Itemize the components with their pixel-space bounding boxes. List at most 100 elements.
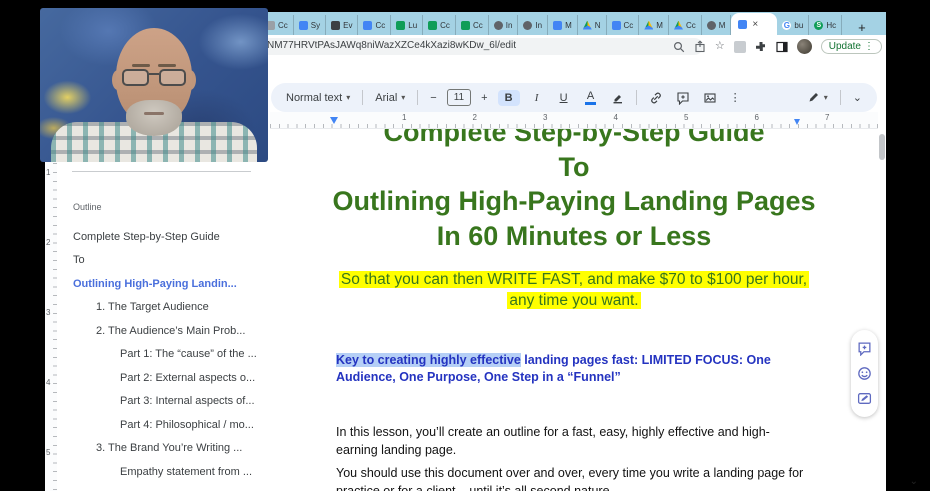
sheets-tab-icon [396, 20, 406, 30]
bold-button[interactable]: B [497, 89, 520, 106]
browser-tab[interactable]: Sy [294, 15, 327, 35]
highlight-color-button[interactable] [608, 89, 627, 106]
browser-tab[interactable]: Lu [391, 15, 424, 35]
insert-link-button[interactable] [646, 89, 666, 107]
outline-item[interactable]: Empathy statement from ... [73, 460, 266, 484]
increase-font-button[interactable]: + [478, 90, 490, 106]
outline-item-label: Part 3: Internal aspects of... [120, 395, 255, 408]
font-selector-value: Arial [375, 91, 398, 104]
vertical-ruler[interactable]: 1 2 3 4 5 [45, 128, 57, 491]
outline-item[interactable]: Part 3: Internal aspects of... [73, 390, 266, 414]
browser-tab[interactable]: M [548, 15, 578, 35]
document-page[interactable]: Complete Step-by-Step Guide To Outlining… [270, 112, 878, 491]
browser-tab[interactable]: M [702, 15, 732, 35]
bookmark-star-icon[interactable]: ☆ [715, 41, 725, 52]
font-size-input[interactable]: 11 [446, 89, 472, 106]
ruler-number: 7 [825, 113, 830, 122]
scrollbar-thumb[interactable] [879, 134, 885, 160]
tab-label: Lu [408, 20, 418, 30]
tab-close-icon[interactable]: × [752, 19, 758, 30]
browser-tab-active[interactable]: × [731, 13, 778, 35]
browser-tab[interactable]: Ev [326, 15, 359, 35]
page-zoom-icon[interactable] [673, 41, 685, 53]
ruler-number: 2 [472, 113, 477, 122]
suggest-edit-icon[interactable] [857, 391, 872, 406]
chevron-down-icon: ▾ [346, 93, 351, 102]
style-selector-value: Normal text [286, 91, 343, 104]
text-color-button[interactable]: A [581, 89, 601, 107]
browser-tab[interactable]: In [489, 15, 519, 35]
webcam-video [40, 8, 268, 162]
body-paragraph-1: In this lesson, you’ll create an outline… [336, 425, 770, 457]
editing-mode-selector[interactable]: ▾ [804, 89, 831, 106]
decrease-font-button[interactable]: − [427, 90, 439, 106]
browser-tab[interactable]: Cc [456, 15, 489, 35]
browser-tab[interactable]: S Hc [809, 15, 843, 35]
browser-update-button[interactable]: Update ⋮ [820, 39, 882, 54]
browser-tab[interactable]: In [518, 15, 549, 35]
italic-button[interactable]: I [527, 90, 547, 106]
font-selector[interactable]: Arial ▾ [372, 90, 408, 106]
update-label: Update [828, 41, 861, 52]
browser-tab[interactable]: Cc [607, 15, 640, 35]
presenter-eyebrow [132, 64, 150, 67]
outline-item[interactable]: Part 1: The “cause” of the ... [73, 343, 266, 367]
emoji-reaction-icon[interactable] [857, 366, 872, 381]
ruler-number: 3 [46, 308, 51, 317]
outline-item[interactable]: 1. The Target Audience [73, 296, 266, 320]
profile-avatar[interactable] [796, 39, 812, 54]
ruler-number: 4 [613, 113, 618, 122]
more-options-button[interactable]: ⋮ [727, 89, 744, 106]
tab-label: Cc [278, 20, 288, 30]
side-panel-icon[interactable] [776, 41, 788, 53]
docs-tab-icon [611, 20, 621, 30]
paragraph-style-selector[interactable]: Normal text ▾ [283, 90, 353, 106]
right-indent-marker[interactable] [794, 119, 800, 125]
g-tab-icon: G [782, 20, 792, 30]
add-comment-button[interactable] [673, 89, 693, 107]
key-paragraph: Key to creating highly effective landing… [336, 352, 804, 385]
address-url-text[interactable]: NM77HRVtPAsJAWq8niWazXZCe4kXazi8wKDw_6l/… [267, 40, 516, 51]
tab-label: M [656, 20, 663, 30]
outline-item[interactable]: Part 2: External aspects o... [73, 366, 266, 390]
extensions-puzzle-icon[interactable] [755, 41, 767, 53]
highlighter-icon [613, 95, 622, 104]
browser-tab[interactable]: N [578, 15, 607, 35]
globe-tab-icon [706, 20, 716, 30]
chevron-down-icon: ▾ [401, 93, 406, 102]
toolbar-divider [417, 90, 419, 105]
tab-search-chevron-icon[interactable]: ⌄ [910, 476, 918, 487]
outline-item[interactable]: 2. The Audience’s Main Prob... [73, 319, 266, 343]
underline-button[interactable]: U [554, 90, 574, 106]
extension-icon[interactable] [733, 40, 746, 53]
outline-item[interactable]: Part 4: Philosophical / mo... [73, 413, 266, 437]
outline-item[interactable]: Complete Step-by-Step Guide [73, 225, 266, 249]
outline-item-active[interactable]: −Outlining High-Paying Landin... [73, 272, 266, 296]
outline-item-label: Part 2: External aspects o... [120, 371, 256, 384]
browser-tab[interactable]: M [639, 15, 669, 35]
insert-image-button[interactable] [700, 89, 720, 107]
left-indent-marker[interactable] [330, 117, 338, 124]
outline-item[interactable]: To [73, 249, 266, 273]
outline-panel-label: Outline [73, 202, 102, 212]
hide-menus-button[interactable]: ⌄ [850, 89, 865, 106]
address-actions: ☆ Update ⋮ [673, 35, 882, 58]
outline-item-label: Empathy statement from ... [120, 465, 253, 478]
outline-item[interactable]: 3. The Brand You’re Writing ... [73, 437, 266, 461]
new-tab-button[interactable]: + [852, 20, 872, 35]
browser-tab[interactable]: Cc [358, 15, 392, 35]
browser-tab[interactable]: Cc [423, 15, 456, 35]
selected-text: Key to creating highly effective [336, 353, 521, 367]
horizontal-ruler[interactable]: 1 2 3 4 5 6 7 [270, 112, 878, 129]
add-comment-icon[interactable] [857, 341, 872, 356]
toolbar-divider [635, 90, 637, 105]
toolbar-divider [839, 90, 841, 105]
outline-item-label: 3. The Brand You’re Writing ... [96, 442, 243, 455]
comment-add-icon [677, 91, 689, 105]
tab-label: Cc [440, 20, 450, 30]
share-icon[interactable] [694, 40, 706, 53]
highlight-line-1: So that you can then WRITE FAST, and mak… [338, 271, 810, 288]
browser-tab[interactable]: Gbu [777, 15, 810, 35]
browser-tab[interactable]: Cc [669, 15, 702, 35]
dark-tab-icon [331, 20, 341, 30]
